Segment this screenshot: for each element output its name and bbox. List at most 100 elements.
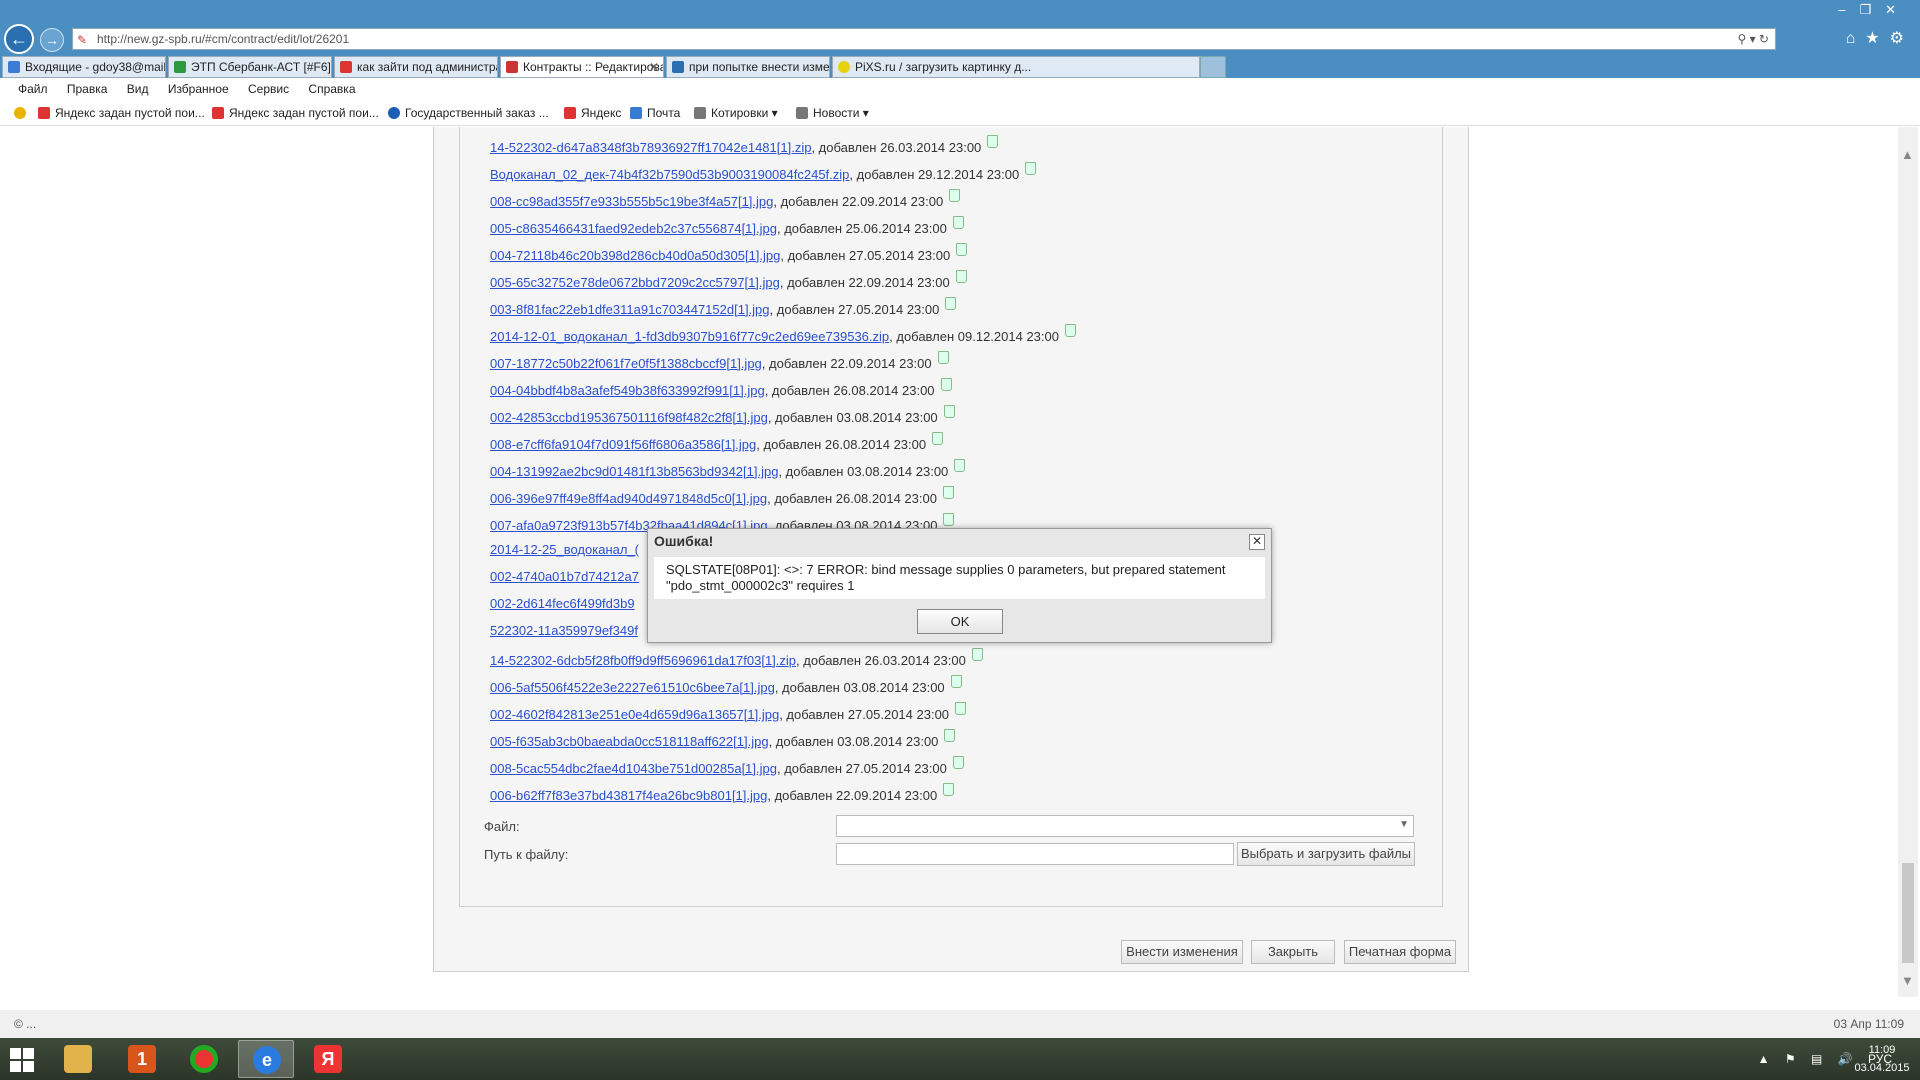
file-link[interactable]: 004-131992ae2bc9d01481f13b8563bd9342[1].… — [490, 464, 778, 479]
new-tab-button[interactable] — [1200, 56, 1226, 78]
delete-file-icon[interactable] — [1064, 324, 1076, 337]
fav-yandex[interactable]: Яндекс — [564, 100, 621, 126]
taskbar-internet-explorer[interactable]: e — [238, 1040, 294, 1078]
window-controls[interactable]: –❐✕ — [1838, 2, 1910, 18]
fav-yandex-search-2[interactable]: Яндекс задан пустой пои... — [212, 100, 379, 126]
taskbar-office-app[interactable]: 1 — [114, 1040, 170, 1078]
file-link[interactable]: 008-cc98ad355f7e933b555b5c19be3f4a57[1].… — [490, 194, 773, 209]
tray-up-arrow-icon[interactable]: ▲ — [1758, 1052, 1770, 1066]
file-added-date: , добавлен 22.09.2014 23:00 — [767, 788, 938, 803]
address-bar[interactable]: ✎ http://new.gz-spb.ru/#cm/contract/edit… — [72, 28, 1776, 50]
flag-icon[interactable]: ⚑ — [1785, 1052, 1796, 1066]
search-refresh-icons[interactable]: ⚲ ▾ ↻ — [1737, 29, 1769, 49]
page-scrollbar[interactable]: ▲ ▼ — [1898, 127, 1918, 997]
taskbar-chrome[interactable] — [176, 1040, 232, 1078]
favorites-star-icon[interactable] — [14, 100, 31, 126]
file-link[interactable]: Водоканал_02_дек-74b4f32b7590d53b9003190… — [490, 167, 849, 182]
delete-file-icon[interactable] — [943, 513, 955, 526]
tab-forum-question[interactable]: при попытке внести изменен... — [666, 56, 830, 78]
file-link[interactable]: 004-04bbdf4b8a3afef549b38f633992f991[1].… — [490, 383, 765, 398]
menu-edit[interactable]: Правка — [67, 78, 108, 100]
file-link[interactable]: 004-72118b46c20b398d286cb40d0a50d305[1].… — [490, 248, 780, 263]
ok-button[interactable]: OK — [917, 609, 1003, 634]
delete-file-icon[interactable] — [1025, 162, 1037, 175]
scroll-up-icon[interactable]: ▲ — [1901, 147, 1914, 162]
network-icon[interactable]: ▤ — [1811, 1052, 1822, 1066]
file-link[interactable]: 2014-12-25_водоканал_( — [490, 542, 639, 557]
fav-gov-order[interactable]: Государственный заказ ... — [388, 100, 549, 126]
menu-help[interactable]: Справка — [308, 78, 355, 100]
print-form-button[interactable]: Печатная форма — [1344, 940, 1456, 964]
delete-file-icon[interactable] — [950, 675, 962, 688]
file-link[interactable]: 006-396e97ff49e8ff4ad940d4971848d5c0[1].… — [490, 491, 767, 506]
scroll-down-icon[interactable]: ▼ — [1901, 973, 1914, 988]
file-link[interactable]: 522302-11a359979ef349f — [490, 623, 638, 638]
delete-file-icon[interactable] — [955, 702, 967, 715]
save-changes-button[interactable]: Внести изменения — [1121, 940, 1243, 964]
upload-files-button[interactable]: Выбрать и загрузить файлы — [1237, 842, 1415, 866]
back-button[interactable]: ← — [4, 24, 34, 54]
file-path-input[interactable] — [836, 843, 1234, 865]
close-tab-icon[interactable]: ✕ — [649, 57, 659, 77]
taskbar-clock[interactable]: 11:09 03.04.2015 — [1852, 1041, 1912, 1077]
file-link[interactable]: 002-42853ccbd195367501116f98f482c2f8[1].… — [490, 410, 768, 425]
tab-sberbank[interactable]: ЭТП Сбербанк-АСТ [#F6] — [168, 56, 332, 78]
file-link[interactable]: 005-f635ab3cb0baeabda0cc518118aff622[1].… — [490, 734, 769, 749]
delete-file-icon[interactable] — [956, 243, 968, 256]
volume-icon[interactable]: 🔊 — [1838, 1052, 1853, 1066]
tab-contracts-edit[interactable]: Контракты :: Редактирован... ✕ — [500, 56, 664, 78]
menu-file[interactable]: Файл — [18, 78, 48, 100]
file-link[interactable]: 007-18772c50b22f061f7e0f5f1388cbccf9[1].… — [490, 356, 762, 371]
delete-file-icon[interactable] — [942, 486, 954, 499]
tab-inbox[interactable]: Входящие - gdoy38@mail.ru -... — [2, 56, 166, 78]
close-icon[interactable]: ✕ — [1249, 534, 1265, 550]
file-link[interactable]: 002-2d614fec6f499fd3b9 — [490, 596, 635, 611]
delete-file-icon[interactable] — [971, 648, 983, 661]
file-link[interactable]: 006-b62ff7f83e37bd43817f4ea26bc9b801[1].… — [490, 788, 767, 803]
file-link[interactable]: 2014-12-01_водоканал_1-fd3db9307b916f77c… — [490, 329, 889, 344]
fav-yandex-search-1[interactable]: Яндекс задан пустой пои... — [38, 100, 205, 126]
fav-quotes[interactable]: Котировки ▾ — [694, 100, 778, 126]
taskbar-explorer[interactable] — [50, 1040, 106, 1078]
delete-file-icon[interactable] — [949, 189, 961, 202]
site-icon — [506, 61, 518, 73]
menu-tools[interactable]: Сервис — [248, 78, 289, 100]
taskbar-yandex-browser[interactable]: Я — [300, 1040, 356, 1078]
delete-file-icon[interactable] — [940, 378, 952, 391]
delete-file-icon[interactable] — [987, 135, 999, 148]
menu-favorites[interactable]: Избранное — [168, 78, 229, 100]
file-link[interactable]: 008-5cac554dbc2fae4d1043be751d00285a[1].… — [490, 761, 777, 776]
mail-icon — [630, 107, 642, 119]
delete-file-icon[interactable] — [952, 216, 964, 229]
tab-admin-login[interactable]: как зайти под администратор... — [334, 56, 498, 78]
close-button[interactable]: Закрыть — [1251, 940, 1335, 964]
file-link[interactable]: 14-522302-6dcb5f28fb0ff9d9ff5696961da17f… — [490, 653, 796, 668]
delete-file-icon[interactable] — [943, 405, 955, 418]
file-link[interactable]: 14-522302-d647a8348f3b78936927ff17042e14… — [490, 140, 811, 155]
menu-view[interactable]: Вид — [127, 78, 149, 100]
fav-news[interactable]: Новости ▾ — [796, 100, 869, 126]
file-link[interactable]: 005-c8635466431faed92edeb2c37c556874[1].… — [490, 221, 777, 236]
home-favorites-settings-icons[interactable]: ⌂★⚙ — [1846, 28, 1914, 48]
file-added-date: , добавлен 27.05.2014 23:00 — [776, 761, 947, 776]
windows-start-icon[interactable] — [10, 1048, 34, 1072]
forward-button[interactable]: → — [40, 28, 64, 52]
file-link[interactable]: 008-e7cff6fa9104f7d091f56ff6806a3586[1].… — [490, 437, 756, 452]
tab-pixs[interactable]: PiXS.ru / загрузить картинку д... — [832, 56, 1200, 78]
file-link[interactable]: 002-4740a01b7d74212a7 — [490, 569, 639, 584]
delete-file-icon[interactable] — [937, 351, 949, 364]
delete-file-icon[interactable] — [952, 756, 964, 769]
delete-file-icon[interactable] — [955, 270, 967, 283]
file-link[interactable]: 003-8f81fac22eb1dfe311a91c703447152d[1].… — [490, 302, 770, 317]
scroll-thumb[interactable] — [1902, 863, 1914, 963]
delete-file-icon[interactable] — [954, 459, 966, 472]
delete-file-icon[interactable] — [945, 297, 957, 310]
file-link[interactable]: 006-5af5506f4522e3e2227e61510c6bee7a[1].… — [490, 680, 775, 695]
fav-mail[interactable]: Почта — [630, 100, 680, 126]
delete-file-icon[interactable] — [943, 783, 955, 796]
file-link[interactable]: 005-65c32752e78de0672bbd7209c2cc5797[1].… — [490, 275, 780, 290]
delete-file-icon[interactable] — [944, 729, 956, 742]
delete-file-icon[interactable] — [932, 432, 944, 445]
file-link[interactable]: 002-4602f842813e251e0e4d659d96a13657[1].… — [490, 707, 779, 722]
file-select[interactable]: ▼ — [836, 815, 1414, 837]
